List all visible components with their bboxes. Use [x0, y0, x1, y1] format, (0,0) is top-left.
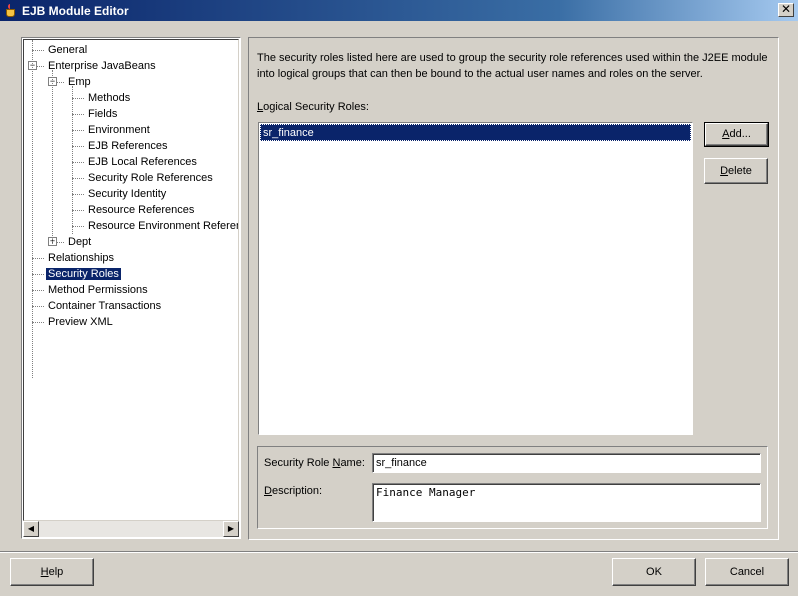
tree-connector — [72, 178, 84, 179]
tree-item[interactable]: Emp — [66, 74, 93, 90]
tree-item[interactable]: Enterprise JavaBeans — [46, 58, 158, 74]
tree-item[interactable]: EJB Local References — [86, 154, 199, 170]
tree-connector — [32, 306, 44, 307]
ok-button[interactable]: OK — [612, 558, 696, 586]
tree-item[interactable]: Security Role References — [86, 170, 215, 186]
tree-connector — [32, 274, 44, 275]
tree-item[interactable]: Resource Environment References — [86, 218, 238, 234]
tree-item[interactable]: Methods — [86, 90, 132, 106]
tree-item-label: Emp — [68, 76, 91, 88]
tree-connector — [32, 290, 44, 291]
tree-item-label: Methods — [88, 92, 131, 104]
security-roles-list[interactable]: sr_finance — [258, 122, 693, 435]
tree-item[interactable]: Method Permissions — [46, 282, 150, 298]
tree-item-label: Fields — [88, 108, 118, 120]
tree-item-label: Security Identity — [88, 188, 167, 200]
tree-item[interactable]: Resource References — [86, 202, 196, 218]
tree-connector — [72, 146, 84, 147]
tree-connector — [72, 130, 84, 131]
tree-item-label: Resource References — [88, 204, 195, 216]
tree-connector — [72, 114, 84, 115]
add-button[interactable]: Add... — [704, 122, 769, 147]
list-item[interactable]: sr_finance — [260, 124, 691, 141]
tree-item-label: Container Transactions — [48, 300, 162, 312]
tree-item-label: EJB References — [88, 140, 168, 152]
tree-item[interactable]: Fields — [86, 106, 119, 122]
tree-item[interactable]: Container Transactions — [46, 298, 163, 314]
scroll-right-icon[interactable]: ▶ — [223, 521, 239, 537]
tree-item[interactable]: Environment — [86, 122, 152, 138]
close-icon[interactable]: ✕ — [778, 3, 794, 17]
tree-item[interactable]: Security Identity — [86, 186, 168, 202]
tree-item[interactable]: Security Roles — [46, 266, 121, 282]
tree-connector — [32, 322, 44, 323]
delete-button[interactable]: Delete — [704, 158, 768, 184]
title-bar: EJB Module Editor ✕ — [0, 0, 798, 21]
role-name-label: Security Role Name: — [264, 457, 365, 469]
tree-item-label: Method Permissions — [48, 284, 148, 296]
footer-divider — [0, 551, 798, 553]
description-field[interactable]: Finance Manager — [372, 483, 761, 522]
tree-item-label: Enterprise JavaBeans — [48, 60, 156, 72]
scroll-left-icon[interactable]: ◀ — [23, 521, 39, 537]
help-button[interactable]: Help — [10, 558, 94, 586]
tree-connector — [72, 210, 84, 211]
tree-connector — [32, 258, 44, 259]
java-cup-icon — [3, 3, 19, 19]
tree-item-label: Dept — [68, 236, 92, 248]
navigation-tree: General − Enterprise JavaBeans − Emp Methods F… — [21, 37, 241, 539]
tree-guide — [72, 86, 73, 234]
role-name-field[interactable]: sr_finance — [372, 453, 761, 473]
cancel-button[interactable]: Cancel — [705, 558, 789, 586]
tree-item[interactable]: Dept — [66, 234, 93, 250]
tree-connector — [72, 98, 84, 99]
window-title: EJB Module Editor — [22, 3, 129, 18]
horizontal-scrollbar[interactable]: ◀ ▶ — [23, 521, 239, 537]
tree-viewport: General − Enterprise JavaBeans − Emp Methods F… — [23, 39, 239, 521]
tree-item-label: Preview XML — [48, 316, 113, 328]
tree-guide — [52, 70, 53, 246]
tree-item-label: Environment — [88, 124, 150, 136]
tree-item-label: Resource Environment References — [88, 220, 238, 232]
tree-connector — [72, 162, 84, 163]
tree-connector — [72, 194, 84, 195]
tree-item-label: Security Roles — [46, 268, 121, 280]
tree-connector — [72, 226, 84, 227]
tree-item-label: General — [48, 44, 88, 56]
tree-item[interactable]: Preview XML — [46, 314, 115, 330]
tree-item[interactable]: General — [46, 42, 89, 58]
description-label: Description: — [264, 485, 323, 497]
page-description: The security roles listed here are used … — [257, 52, 768, 80]
tree-connector — [32, 50, 44, 51]
logical-security-roles-label: Logical Security Roles: — [257, 101, 369, 113]
tree-item-label: Relationships — [48, 252, 115, 264]
tree-guide — [32, 40, 33, 378]
tree-item-label: Security Role References — [88, 172, 213, 184]
tree-item[interactable]: Relationships — [46, 250, 116, 266]
tree-item[interactable]: EJB References — [86, 138, 169, 154]
tree-item-label: EJB Local References — [88, 156, 197, 168]
